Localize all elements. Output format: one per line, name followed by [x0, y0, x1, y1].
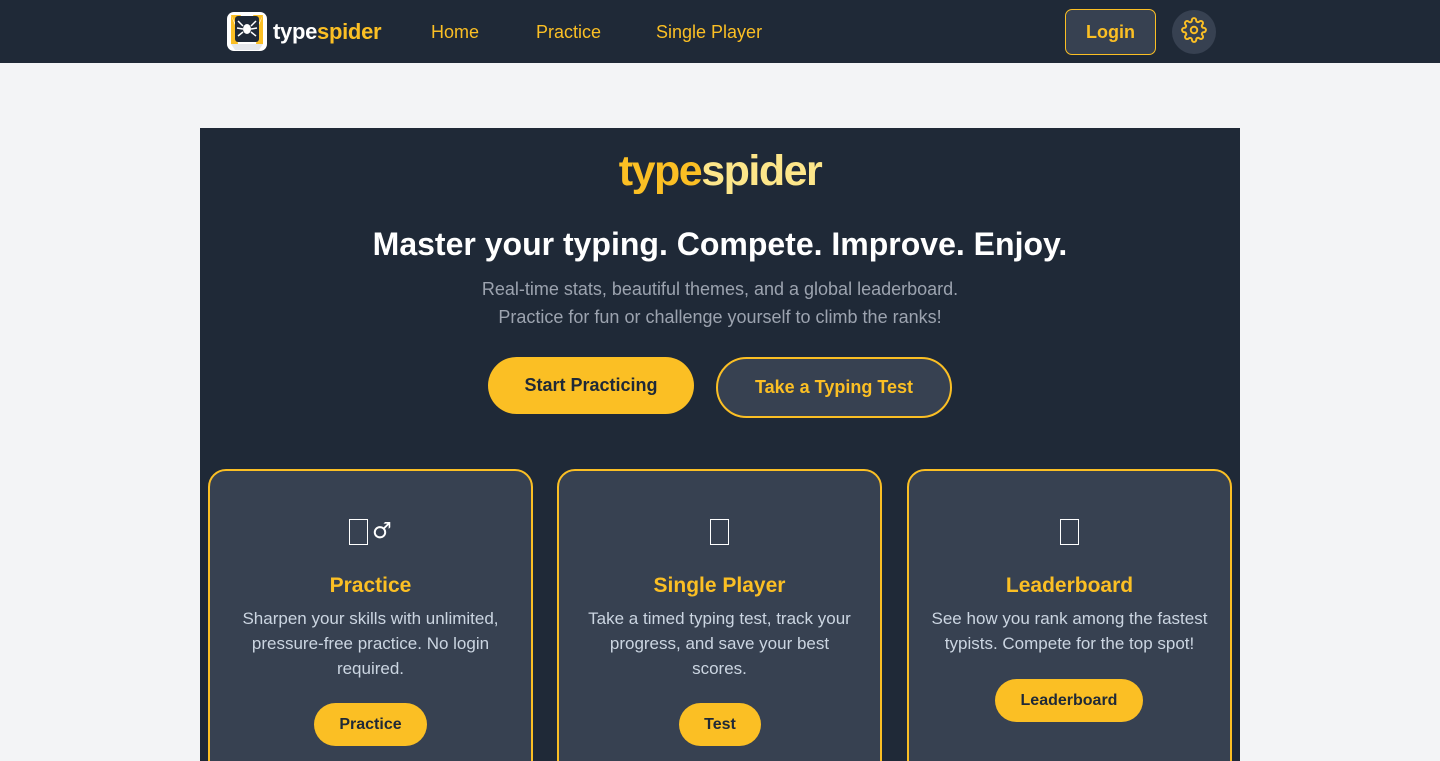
nav-link-home[interactable]: Home [431, 21, 479, 43]
top-navbar: typespider Home Practice Single Player L… [0, 0, 1440, 63]
leaderboard-card-title: Leaderboard [1005, 574, 1134, 597]
leaderboard-card-button[interactable]: Leaderboard [995, 679, 1143, 722]
single-player-card-desc-line: Take a timed typing test, track your [588, 609, 851, 628]
site-logo[interactable]: typespider [226, 11, 382, 52]
start-practicing-button[interactable]: Start Practicing [488, 357, 694, 414]
logo-wordmark: typespider [273, 18, 382, 45]
hero-brand-part2: spider [701, 147, 823, 195]
single-player-card-description: Take a timed typing test, track your pro… [557, 606, 882, 681]
leaderboard-card-desc-line: typists. Compete for the top spot! [944, 634, 1195, 653]
hero-subtitle-line1: Real-time stats, beautiful themes, and a… [481, 279, 959, 299]
stopwatch-icon [557, 514, 882, 548]
single-player-card-title: Single Player [653, 574, 786, 597]
login-button[interactable]: Login [1065, 9, 1156, 55]
practice-card-desc-line: Sharpen your skills with unlimited, [242, 609, 499, 628]
person-running-icon: ♂ [208, 514, 533, 549]
practice-card-button[interactable]: Practice [314, 703, 427, 746]
single-player-card-desc-line: progress, and save your best [609, 634, 830, 653]
practice-card-description: Sharpen your skills with unlimited, pres… [208, 606, 533, 681]
leaderboard-card-desc-line: See how you rank among the fastest [931, 609, 1208, 628]
logo-wordmark-part2: spider [317, 18, 382, 44]
nav-link-practice[interactable]: Practice [536, 21, 601, 43]
practice-card-title: Practice [329, 574, 412, 597]
practice-card-desc-line: required. [336, 659, 405, 678]
trophy-icon [907, 514, 1232, 548]
hero-subtitle-line2: Practice for fun or challenge yourself t… [498, 307, 942, 327]
practice-card-desc-line: pressure-free practice. No login [251, 634, 490, 653]
leaderboard-card-description: See how you rank among the fastest typis… [907, 606, 1232, 656]
practice-icon-glyph: ♂ [372, 519, 392, 545]
spider-logo-icon [226, 11, 268, 52]
hero-brand-title: typespider [0, 146, 1440, 196]
hero-brand-part1: type [618, 147, 703, 195]
test-card-button[interactable]: Test [679, 703, 761, 746]
take-typing-test-button[interactable]: Take a Typing Test [716, 357, 952, 418]
logo-wordmark-part1: type [273, 18, 318, 44]
gear-icon [1181, 16, 1207, 48]
nav-link-single-player[interactable]: Single Player [656, 21, 762, 43]
settings-button[interactable] [1172, 10, 1216, 54]
hero-headline: Master your typing. Compete. Improve. En… [372, 226, 1068, 262]
single-player-card-desc-line: scores. [692, 659, 747, 678]
